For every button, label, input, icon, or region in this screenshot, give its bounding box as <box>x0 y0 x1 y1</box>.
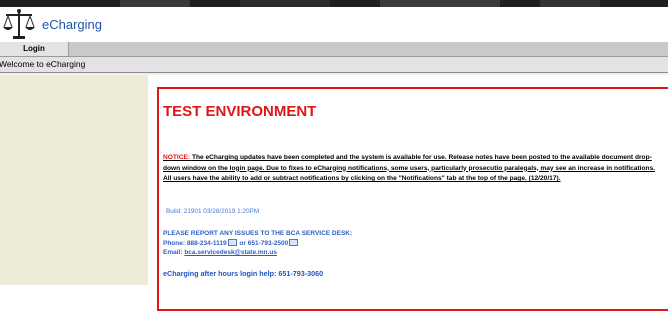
phone-or: or <box>239 239 246 247</box>
service-desk-info: PLEASE REPORT ANY ISSUES TO THE BCA SERV… <box>163 229 352 258</box>
menu-bar: Login <box>0 42 668 57</box>
scales-of-justice-icon <box>2 8 36 41</box>
notice-label: NOTICE: <box>163 154 191 161</box>
notice-body: The eCharging updates have been complete… <box>163 154 656 182</box>
email-link[interactable]: bca.servicedesk@state.mn.us <box>184 249 277 256</box>
pointer-icon <box>289 239 299 247</box>
app-title: eCharging <box>42 17 102 32</box>
page-title: TEST ENVIRONMENT <box>163 103 317 120</box>
phone-label: Phone: <box>163 239 186 247</box>
email-label: Email: <box>163 249 183 256</box>
app-header: eCharging <box>0 7 668 42</box>
phone-number-2: 651-793-2500 <box>247 239 289 247</box>
sidebar <box>0 75 148 285</box>
top-banner <box>0 0 668 7</box>
after-hours-help: eCharging after hours login help: 651-79… <box>163 269 324 278</box>
welcome-text: Welcome to eCharging <box>0 59 86 69</box>
build-info: Build: 21901 03/28/2019 1:20PM <box>166 208 260 215</box>
welcome-bar: Welcome to eCharging <box>0 57 668 73</box>
tab-login[interactable]: Login <box>0 42 69 56</box>
report-heading: PLEASE REPORT ANY ISSUES TO THE BCA SERV… <box>163 230 353 237</box>
phone-number-1: 888-234-1119 <box>186 239 227 247</box>
notice-text: NOTICE: The eCharging updates have been … <box>163 153 661 185</box>
pointer-icon <box>227 239 237 247</box>
